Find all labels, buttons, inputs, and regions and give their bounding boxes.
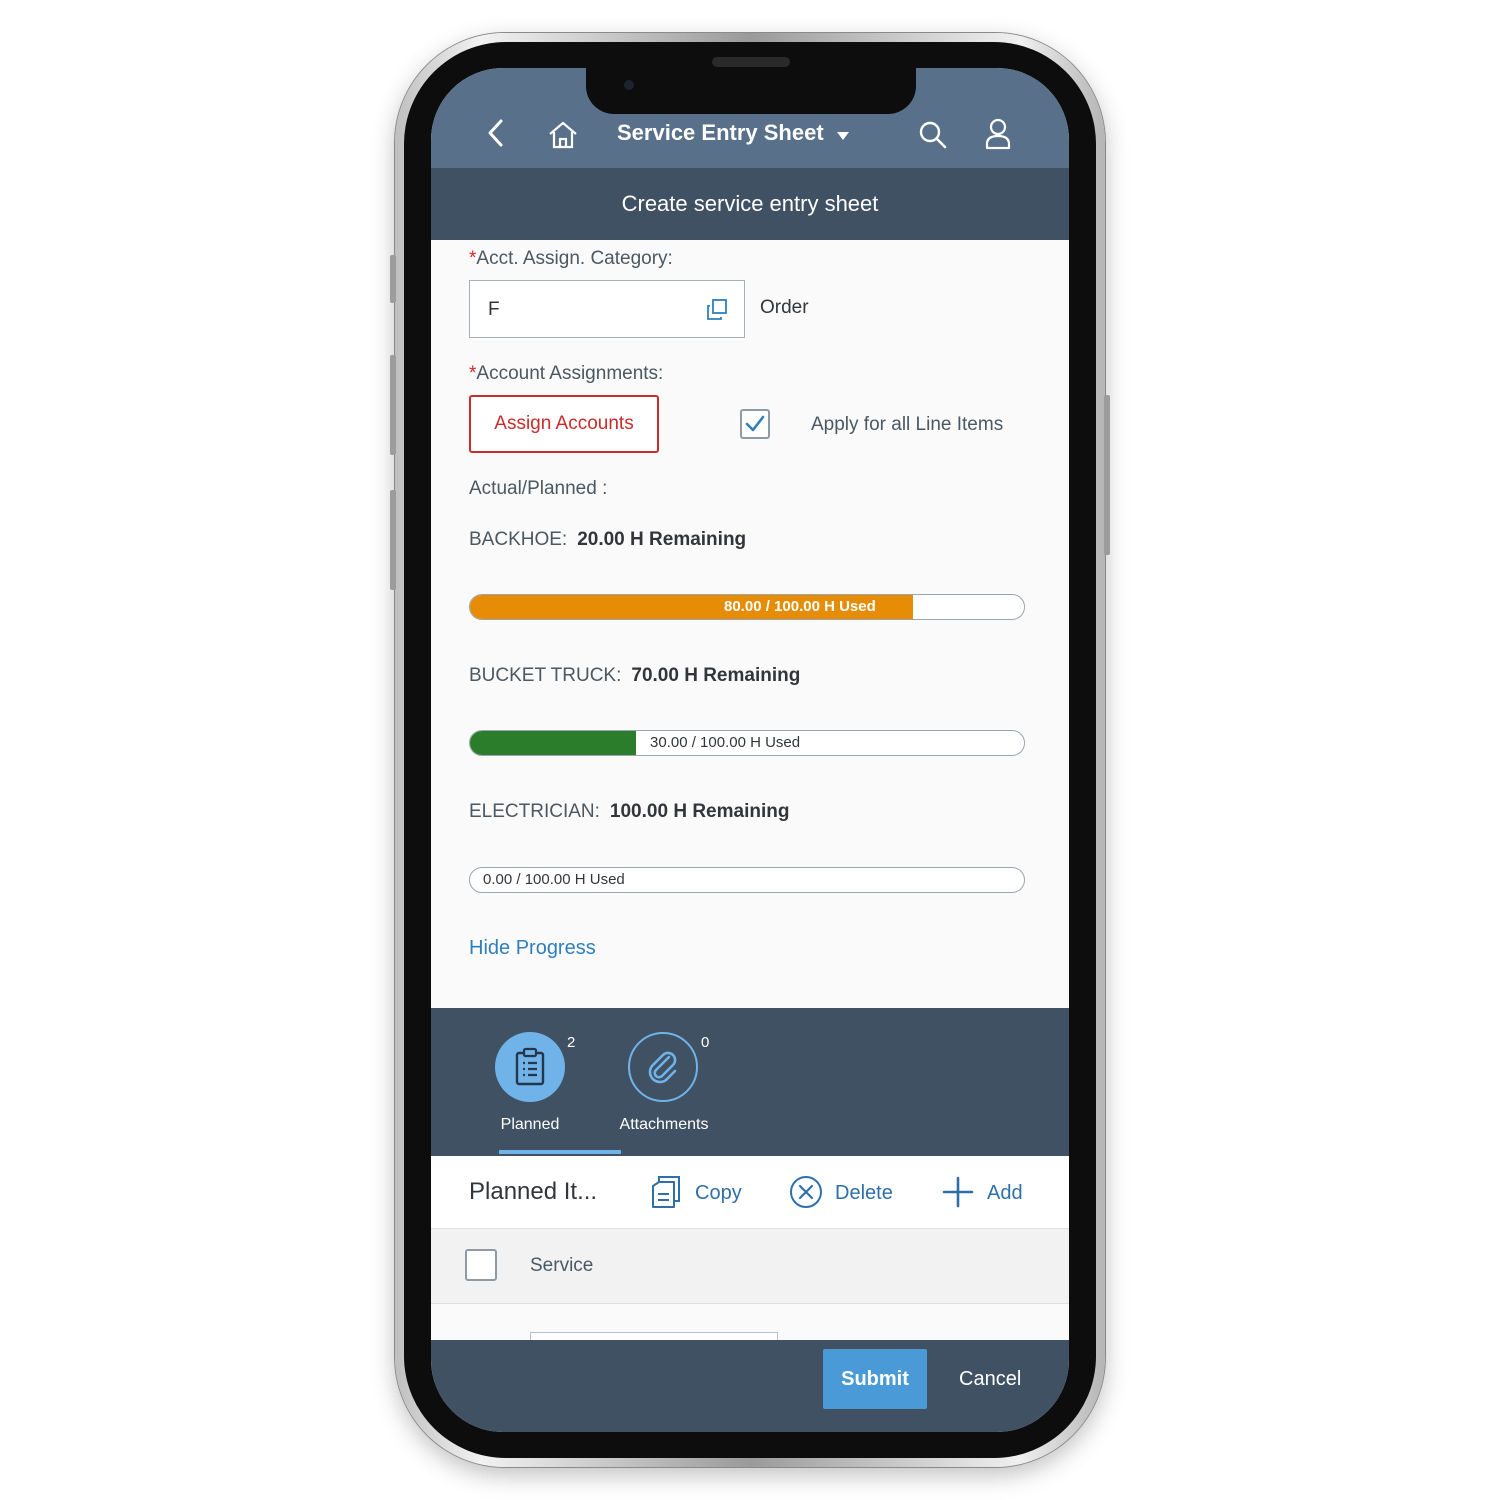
acct-category-value: F (488, 299, 500, 320)
apply-all-label: Apply for all Line Items (811, 414, 1004, 435)
progress-bar: 30.00 / 100.00 H Used (469, 730, 1025, 756)
page-subtitle: Create service entry sheet (431, 168, 1069, 240)
add-label: Add (987, 1182, 1023, 1204)
clipboard-icon (515, 1047, 545, 1086)
app-title[interactable]: Service Entry Sheet (617, 120, 850, 147)
value-help-icon[interactable] (706, 299, 728, 326)
copy-icon (652, 1176, 680, 1208)
resource-remaining: 70.00 H Remaining (631, 665, 801, 686)
speaker-grille (712, 57, 790, 67)
paperclip-icon (648, 1051, 677, 1084)
resource-line: ELECTRICIAN: 100.00 H Remaining (469, 801, 789, 823)
copy-button[interactable]: Copy (649, 1174, 749, 1210)
mute-switch (390, 255, 396, 303)
assign-accounts-button[interactable]: Assign Accounts (469, 395, 659, 453)
apply-all-checkbox[interactable] (740, 409, 770, 439)
tab-selected-indicator (499, 1150, 621, 1154)
resource-remaining: 100.00 H Remaining (609, 801, 790, 822)
add-icon (942, 1176, 974, 1208)
icon-tab-bar: 2 Planned 0 Attachments (431, 1008, 1069, 1156)
phone-screen: Service Entry Sheet Create service entry… (431, 68, 1069, 1432)
progress-text: 80.00 / 100.00 H Used (724, 598, 876, 615)
progress-text: 0.00 / 100.00 H Used (483, 871, 625, 888)
search-icon[interactable] (918, 120, 948, 155)
hide-progress-link[interactable]: Hide Progress (469, 937, 596, 960)
resource-name: BACKHOE: (469, 529, 568, 550)
acct-category-label-text: Acct. Assign. Category: (476, 248, 673, 269)
acct-category-description: Order (760, 297, 809, 318)
footer-bar: Submit Cancel (431, 1340, 1069, 1432)
resource-line: BACKHOE: 20.00 H Remaining (469, 529, 746, 551)
copy-label: Copy (695, 1182, 742, 1204)
resource-line: BUCKET TRUCK: 70.00 H Remaining (469, 665, 800, 687)
delete-button[interactable]: Delete (788, 1174, 908, 1210)
tab-planned[interactable]: 2 Planned (465, 1008, 595, 1150)
volume-up-button (390, 355, 396, 455)
resource-name: BUCKET TRUCK: (469, 665, 622, 686)
tab-planned-circle (495, 1032, 565, 1102)
resource-name: ELECTRICIAN: (469, 801, 600, 822)
power-button (1104, 395, 1110, 555)
progress-bar: 80.00 / 100.00 H Used (469, 594, 1025, 620)
progress-fill (470, 731, 637, 755)
tab-attachments-count: 0 (701, 1034, 710, 1051)
tab-planned-count: 2 (567, 1034, 576, 1051)
progress-bar: 0.00 / 100.00 H Used (469, 867, 1025, 893)
delete-label: Delete (835, 1182, 893, 1204)
progress-text: 30.00 / 100.00 H Used (650, 734, 801, 751)
user-icon[interactable] (985, 118, 1011, 155)
acct-category-input[interactable]: F (469, 280, 745, 338)
account-assignments-label-text: Account Assignments: (476, 363, 664, 384)
tab-attachments-label: Attachments (619, 1116, 709, 1133)
column-header-service: Service (530, 1255, 594, 1276)
resource-remaining: 20.00 H Remaining (577, 529, 747, 550)
form-section: *Acct. Assign. Category: F Order *Accoun… (431, 240, 1069, 1008)
home-icon[interactable] (547, 120, 579, 155)
table-header-row: Service (431, 1229, 1069, 1304)
front-camera (624, 80, 634, 90)
select-all-checkbox[interactable] (465, 1249, 497, 1281)
delete-icon (790, 1176, 822, 1208)
add-button[interactable]: Add (941, 1174, 1031, 1210)
dropdown-caret-icon (836, 121, 850, 147)
tab-planned-label: Planned (500, 1116, 560, 1133)
volume-down-button (390, 490, 396, 590)
notch (586, 68, 916, 114)
tab-attachments-circle (628, 1032, 698, 1102)
submit-button[interactable]: Submit (823, 1349, 927, 1409)
app-title-text: Service Entry Sheet (617, 120, 824, 145)
table-row (431, 1304, 1069, 1353)
tab-attachments[interactable]: 0 Attachments (599, 1008, 729, 1150)
cancel-button[interactable]: Cancel (959, 1368, 1021, 1391)
back-icon[interactable] (485, 118, 507, 153)
account-assignments-label: *Account Assignments: (469, 363, 663, 385)
actual-planned-label: Actual/Planned : (469, 478, 608, 499)
table-title: Planned It... (469, 1178, 598, 1205)
acct-category-label: *Acct. Assign. Category: (469, 248, 673, 270)
checkmark-icon (745, 415, 765, 432)
table-toolbar: Planned It... Copy Delete Add (431, 1156, 1069, 1229)
